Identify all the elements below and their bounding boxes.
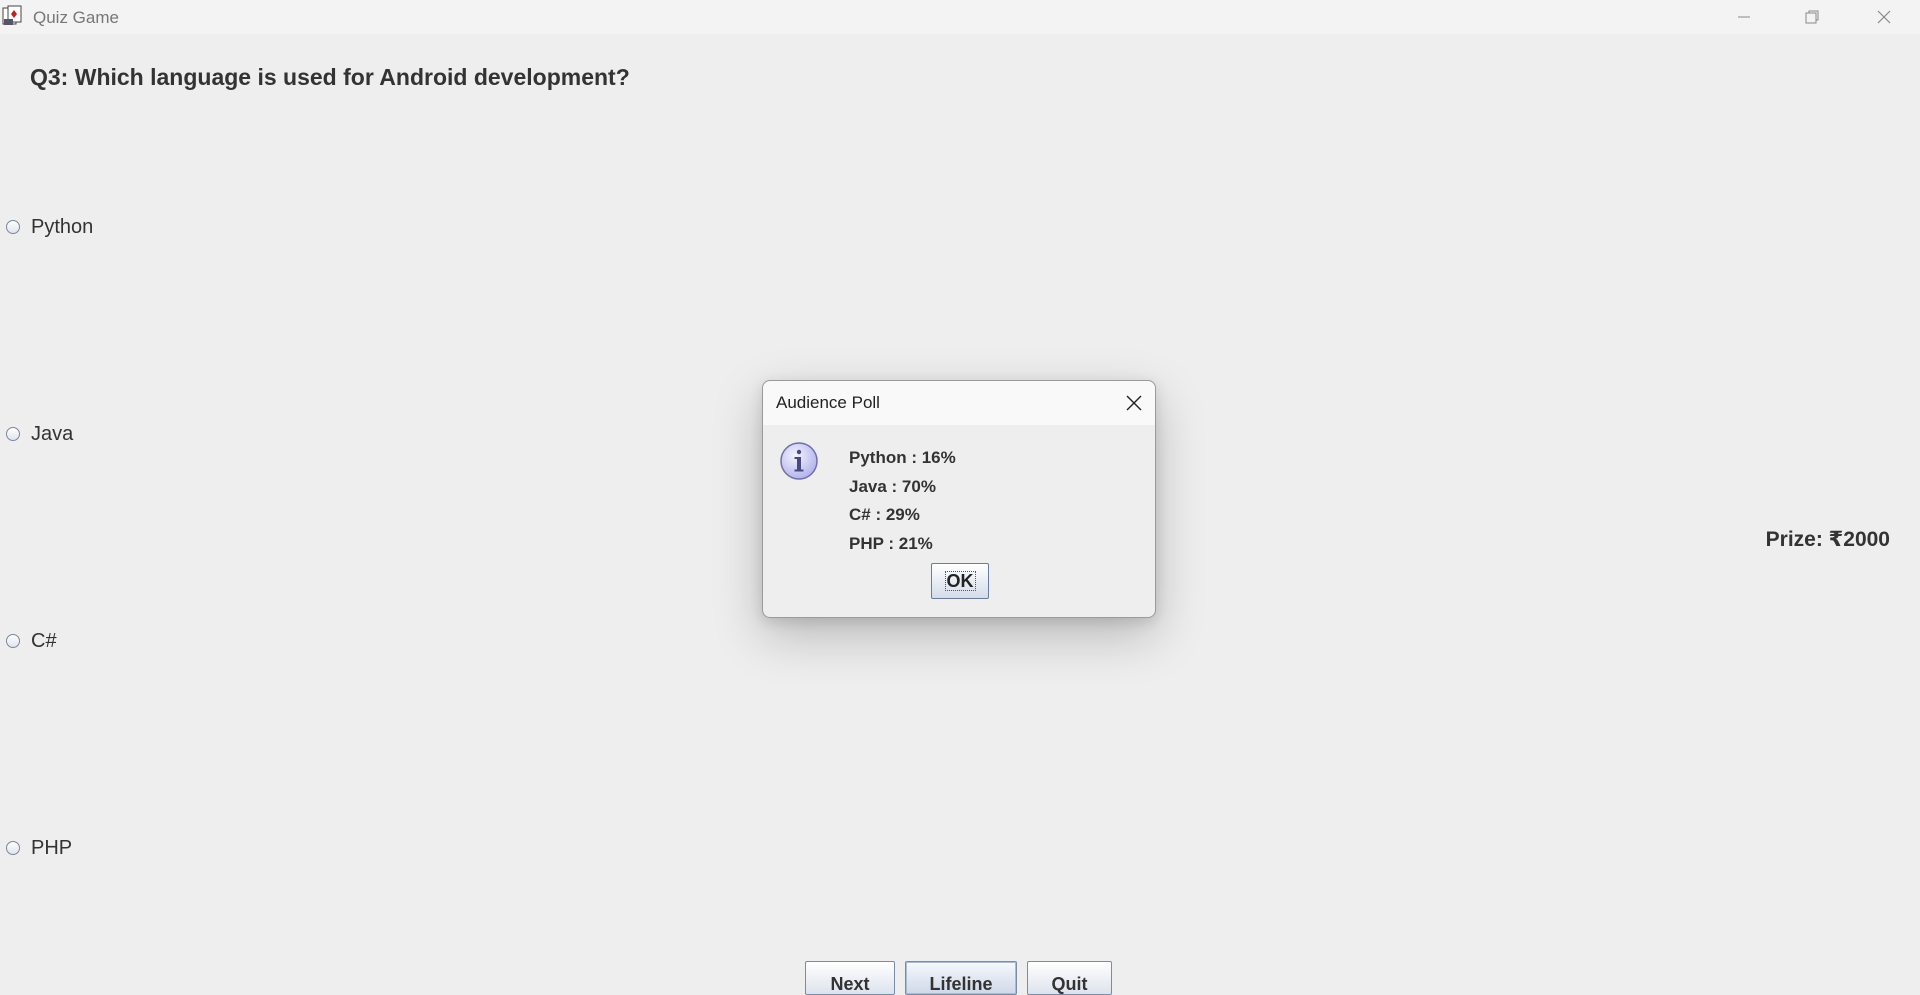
poll-results: Python : 16% Java : 70% C# : 29% PHP : 2…	[849, 444, 956, 558]
minimize-icon	[1738, 16, 1750, 18]
quit-button[interactable]: Quit	[1027, 961, 1112, 995]
info-icon	[780, 442, 818, 480]
close-icon	[1877, 10, 1891, 24]
restore-icon	[1805, 10, 1819, 24]
minimize-button[interactable]	[1710, 0, 1778, 34]
app-icon	[2, 5, 22, 25]
lifeline-button[interactable]: Lifeline	[905, 961, 1017, 995]
ok-button-label: OK	[944, 571, 976, 591]
option-label: C#	[31, 629, 57, 652]
poll-line-csharp: C# : 29%	[849, 505, 920, 524]
option-label: Java	[31, 422, 74, 445]
poll-line-python: Python : 16%	[849, 448, 956, 467]
option-label: Python	[31, 215, 94, 238]
option-php[interactable]: PHP	[6, 836, 72, 860]
audience-poll-dialog: Audience Poll Python : 16% Java : 70% C#…	[762, 380, 1156, 618]
radio-button[interactable]	[6, 634, 20, 648]
option-java[interactable]: Java	[6, 422, 73, 446]
close-window-button[interactable]	[1850, 0, 1918, 34]
question-text: Q3: Which language is used for Android d…	[30, 64, 630, 90]
close-icon[interactable]	[1123, 392, 1145, 414]
ok-button[interactable]: OK	[931, 563, 989, 599]
prize-label: Prize: ₹2000	[1765, 528, 1890, 551]
option-csharp[interactable]: C#	[6, 629, 57, 653]
radio-button[interactable]	[6, 427, 20, 441]
poll-line-php: PHP : 21%	[849, 533, 933, 553]
restore-button[interactable]	[1778, 0, 1846, 34]
window-titlebar[interactable]: Quiz Game	[0, 0, 1920, 34]
option-python[interactable]: Python	[6, 215, 93, 239]
radio-button[interactable]	[6, 220, 20, 234]
next-button[interactable]: Next	[805, 961, 895, 995]
window-title: Quiz Game	[33, 8, 119, 27]
dialog-title: Audience Poll	[776, 393, 880, 412]
option-label: PHP	[31, 836, 73, 859]
radio-button[interactable]	[6, 841, 20, 855]
poll-line-java: Java : 70%	[849, 476, 936, 496]
dialog-titlebar[interactable]: Audience Poll	[763, 381, 1155, 425]
